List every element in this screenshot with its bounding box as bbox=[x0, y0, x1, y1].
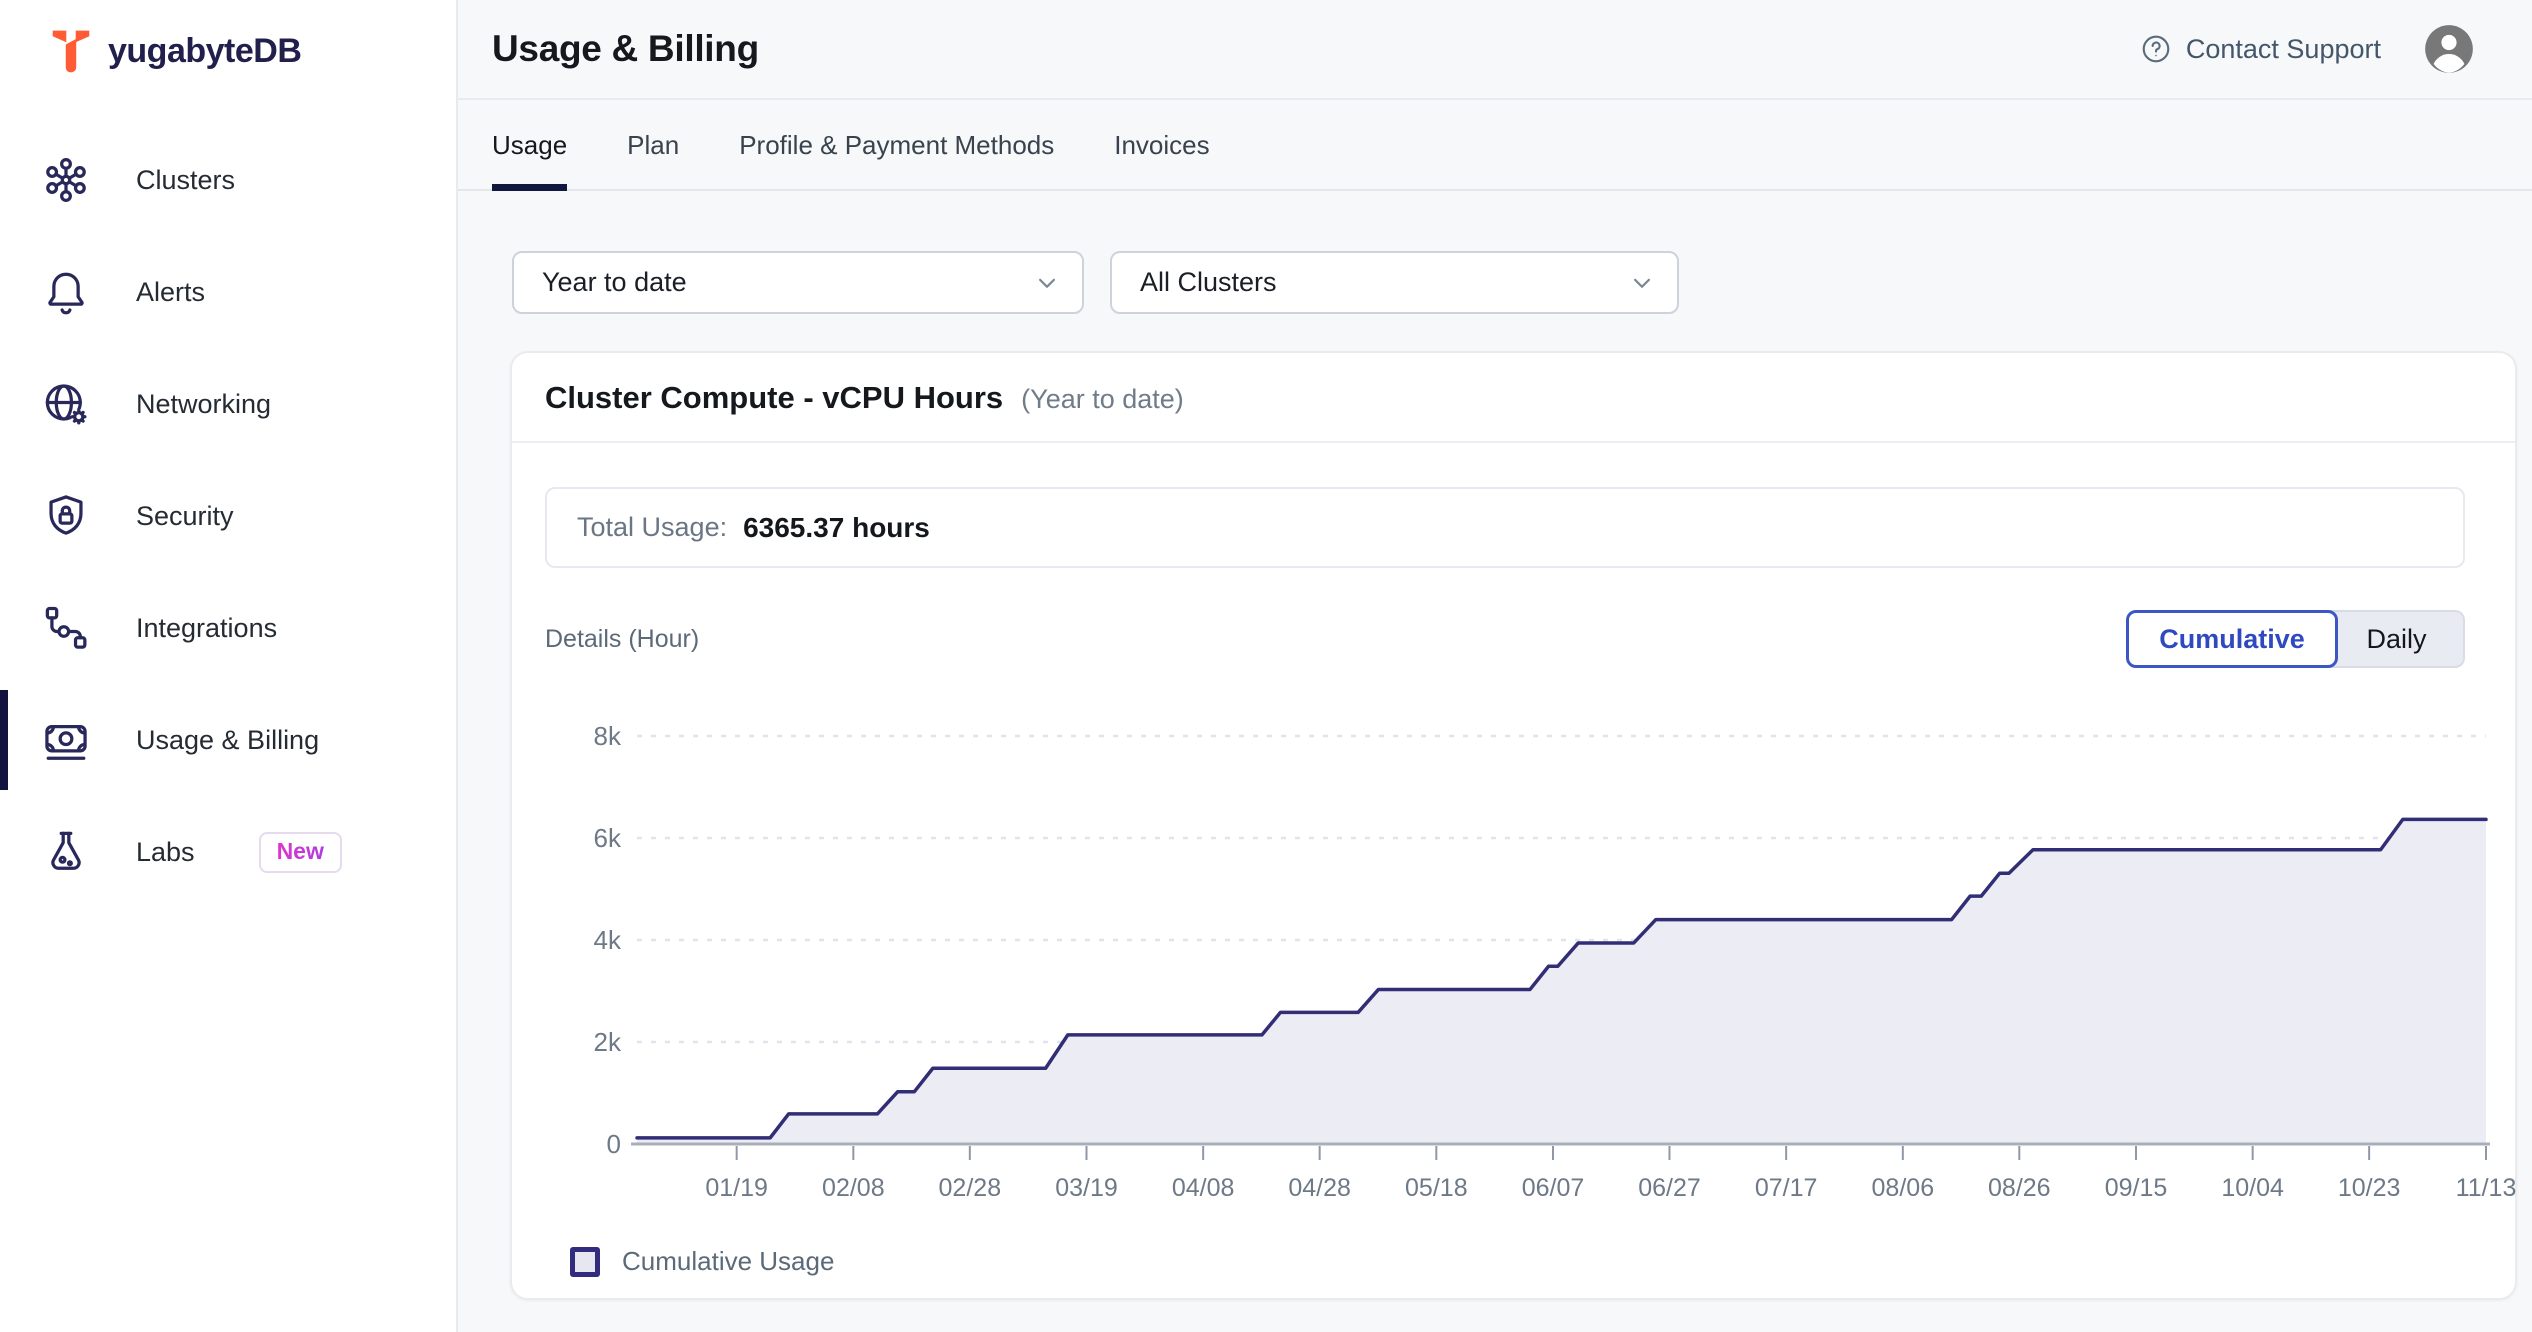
svg-text:02/28: 02/28 bbox=[939, 1174, 1002, 1202]
contact-support-label: Contact Support bbox=[2186, 34, 2381, 65]
billing-tabs: Usage Plan Profile & Payment Methods Invoic… bbox=[458, 100, 2532, 191]
sidebar-item-label: Networking bbox=[136, 389, 271, 420]
brand-logo: yugabyteDB bbox=[0, 0, 456, 74]
svg-text:05/18: 05/18 bbox=[1405, 1174, 1468, 1202]
main-content: Usage & Billing Contact Support Usage Pla… bbox=[458, 0, 2532, 1332]
usage-card-header: Cluster Compute - vCPU Hours (Year to da… bbox=[512, 353, 2515, 443]
period-select-value: Year to date bbox=[542, 267, 687, 298]
yugabyte-logo-icon bbox=[50, 28, 92, 74]
contact-support-button[interactable]: Contact Support bbox=[2140, 33, 2381, 65]
usage-card-title: Cluster Compute - vCPU Hours bbox=[545, 380, 1003, 416]
sidebar-item-label: Usage & Billing bbox=[136, 725, 319, 756]
integrations-icon bbox=[40, 602, 92, 654]
total-usage-value: 6365.37 hours bbox=[743, 512, 930, 544]
svg-text:08/06: 08/06 bbox=[1872, 1174, 1935, 1202]
flask-icon bbox=[40, 826, 92, 878]
svg-text:0: 0 bbox=[607, 1129, 621, 1159]
sidebar-nav: Clusters Alerts Networking Security Integrat… bbox=[0, 124, 456, 908]
usage-chart: 0 2k 4k 6k 8k 01/19 02/08 02/28 03/19 04/08 04/28 0… bbox=[545, 692, 2490, 1222]
svg-text:2k: 2k bbox=[594, 1027, 622, 1057]
svg-text:08/26: 08/26 bbox=[1988, 1174, 2051, 1202]
svg-text:10/04: 10/04 bbox=[2221, 1174, 2284, 1202]
usage-card-subtitle: (Year to date) bbox=[1021, 384, 1184, 415]
svg-text:8k: 8k bbox=[594, 721, 622, 751]
chevron-down-icon bbox=[1032, 268, 1062, 298]
svg-text:4k: 4k bbox=[594, 925, 622, 955]
sidebar-item-label: Labs bbox=[136, 837, 195, 868]
brand-name: yugabyteDB bbox=[108, 32, 301, 71]
svg-text:6k: 6k bbox=[594, 823, 622, 853]
usage-chart-area: 0 2k 4k 6k 8k 01/19 02/08 02/28 03/19 04/08 04/28 0… bbox=[545, 692, 2515, 1222]
total-usage-box: Total Usage: 6365.37 hours bbox=[545, 487, 2465, 568]
chevron-down-icon bbox=[1627, 268, 1657, 298]
sidebar-item-integrations[interactable]: Integrations bbox=[0, 572, 456, 684]
new-badge: New bbox=[259, 832, 342, 873]
svg-text:04/28: 04/28 bbox=[1288, 1174, 1351, 1202]
cumulative-usage-legend-label: Cumulative Usage bbox=[622, 1246, 834, 1277]
tab-usage[interactable]: Usage bbox=[492, 130, 567, 189]
sidebar-item-label: Integrations bbox=[136, 613, 277, 644]
sidebar-item-security[interactable]: Security bbox=[0, 460, 456, 572]
svg-text:11/13: 11/13 bbox=[2456, 1174, 2517, 1202]
clusters-icon bbox=[40, 154, 92, 206]
filters: Year to date All Clusters bbox=[512, 251, 2532, 314]
page-title: Usage & Billing bbox=[492, 28, 759, 70]
usage-card: Cluster Compute - vCPU Hours (Year to da… bbox=[510, 351, 2517, 1300]
sidebar-item-networking[interactable]: Networking bbox=[0, 348, 456, 460]
banknote-icon bbox=[40, 714, 92, 766]
sidebar: yugabyteDB Clusters Alerts Networking Secur… bbox=[0, 0, 458, 1332]
view-mode-toggle: Cumulative Daily bbox=[2126, 610, 2465, 668]
svg-text:06/07: 06/07 bbox=[1522, 1174, 1585, 1202]
period-select[interactable]: Year to date bbox=[512, 251, 1084, 314]
tab-plan[interactable]: Plan bbox=[627, 130, 679, 189]
topbar: Usage & Billing Contact Support bbox=[458, 0, 2532, 100]
tab-invoices[interactable]: Invoices bbox=[1114, 130, 1209, 189]
shield-lock-icon bbox=[40, 490, 92, 542]
details-row: Details (Hour) Cumulative Daily bbox=[545, 610, 2465, 668]
sidebar-item-usage-billing[interactable]: Usage & Billing bbox=[0, 684, 456, 796]
sidebar-item-label: Alerts bbox=[136, 277, 205, 308]
svg-text:06/27: 06/27 bbox=[1638, 1174, 1701, 1202]
sidebar-item-label: Clusters bbox=[136, 165, 235, 196]
cumulative-usage-legend-checkbox[interactable] bbox=[570, 1247, 600, 1277]
cluster-select[interactable]: All Clusters bbox=[1110, 251, 1679, 314]
bell-icon bbox=[40, 266, 92, 318]
sidebar-item-labs[interactable]: Labs New bbox=[0, 796, 456, 908]
globe-gear-icon bbox=[40, 378, 92, 430]
total-usage-label: Total Usage: bbox=[577, 512, 727, 543]
svg-text:09/15: 09/15 bbox=[2105, 1174, 2168, 1202]
svg-text:07/17: 07/17 bbox=[1755, 1174, 1818, 1202]
svg-text:01/19: 01/19 bbox=[705, 1174, 768, 1202]
topbar-right: Contact Support bbox=[2140, 23, 2475, 75]
details-label: Details (Hour) bbox=[545, 625, 699, 654]
sidebar-item-alerts[interactable]: Alerts bbox=[0, 236, 456, 348]
svg-text:02/08: 02/08 bbox=[822, 1174, 885, 1202]
svg-text:03/19: 03/19 bbox=[1055, 1174, 1118, 1202]
help-question-icon bbox=[2140, 33, 2172, 65]
cluster-select-value: All Clusters bbox=[1140, 267, 1277, 298]
daily-toggle-button[interactable]: Daily bbox=[2330, 610, 2465, 668]
svg-text:04/08: 04/08 bbox=[1172, 1174, 1235, 1202]
sidebar-item-label: Security bbox=[136, 501, 234, 532]
chart-legend: Cumulative Usage bbox=[570, 1246, 2515, 1277]
cumulative-toggle-button[interactable]: Cumulative bbox=[2126, 610, 2338, 668]
svg-text:10/23: 10/23 bbox=[2338, 1174, 2401, 1202]
sidebar-item-clusters[interactable]: Clusters bbox=[0, 124, 456, 236]
user-avatar[interactable] bbox=[2423, 23, 2475, 75]
tab-profile-payment-methods[interactable]: Profile & Payment Methods bbox=[739, 130, 1054, 189]
